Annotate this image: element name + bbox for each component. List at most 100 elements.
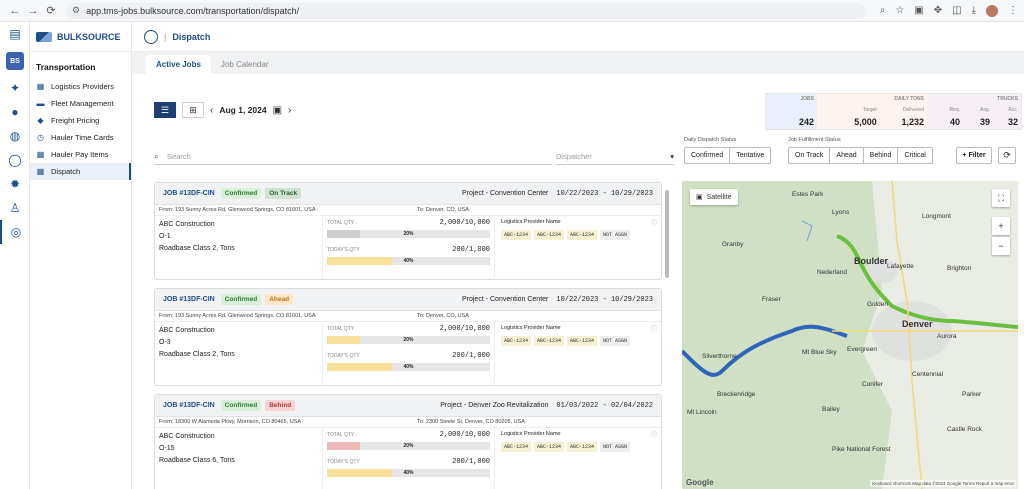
ring-icon[interactable]: ◯ xyxy=(0,148,30,172)
tab-job-calendar[interactable]: Job Calendar xyxy=(211,55,279,74)
map-canvas xyxy=(682,181,1018,489)
nav-item-hauler-time-cards[interactable]: ◷ Hauler Time Cards xyxy=(30,129,131,146)
truck-tag[interactable]: ABC-1234 xyxy=(567,336,598,346)
material: Roadbase Class 6, Tons xyxy=(159,457,235,464)
to-address: To: Denver, CO, USA xyxy=(417,313,469,319)
today-progress-pct: 40% xyxy=(403,258,414,264)
provider-panel: ⓘ Logistics Provider Name ABC-1234 ABC-1… xyxy=(495,216,661,280)
network-icon[interactable]: ✦ xyxy=(0,76,30,100)
next-date-icon[interactable]: › xyxy=(288,105,291,116)
bookmark-star-icon[interactable]: ☆ xyxy=(895,5,904,16)
calendar-icon[interactable]: ▣ xyxy=(273,105,282,116)
job-id[interactable]: JOB #13DF-CIN xyxy=(163,296,215,303)
profile-avatar[interactable] xyxy=(986,4,998,17)
grid-icon: ▦ xyxy=(36,150,45,159)
dispatcher-select[interactable]: Dispatcher ▾ xyxy=(556,149,674,165)
sidepanel-icon[interactable]: ◫ xyxy=(952,5,961,16)
menu-dots-icon[interactable]: ⋮ xyxy=(1008,5,1018,16)
nav-item-logistics-providers[interactable]: ▦ Logistics Providers xyxy=(30,78,131,95)
address-bar[interactable]: ⚙ app.tms-jobs.bulksource.com/transporta… xyxy=(66,2,866,19)
truck-person-icon[interactable]: ♙ xyxy=(0,196,30,220)
kpi-spacer xyxy=(960,96,990,102)
add-filter-button[interactable]: + Filter xyxy=(956,147,992,164)
cog-icon[interactable]: ✹ xyxy=(0,172,30,196)
nav-item-dispatch[interactable]: ▦ Dispatch xyxy=(30,163,131,180)
satellite-toggle[interactable]: ▣ Satellite xyxy=(690,189,738,205)
fulfillment-status-toggle: On Track Ahead Behind Critical xyxy=(788,147,933,164)
panel-toggle-icon[interactable]: ▤ xyxy=(0,22,30,46)
today-qty-row: TODAY'S QTY 200/1,000 xyxy=(327,246,490,254)
job-card[interactable]: JOB #13DF-CIN Confirmed Behind Project -… xyxy=(154,394,662,489)
truck-tag[interactable]: ABC-1234 xyxy=(501,336,532,346)
not-assigned-tag[interactable]: NOT ASGN xyxy=(600,230,631,240)
fullscreen-button[interactable]: ⛶ xyxy=(992,189,1010,207)
nav-item-label: Hauler Pay Items xyxy=(51,150,109,159)
puzzle-icon[interactable]: ✥ xyxy=(934,5,942,16)
site-info-icon[interactable]: ⚙ xyxy=(72,5,80,16)
logo-mark-icon xyxy=(36,31,52,42)
today-qty-label: TODAY'S QTY xyxy=(327,247,360,253)
job-list-scrollbar[interactable] xyxy=(665,190,669,278)
truck-tag[interactable]: ABC-1234 xyxy=(501,230,532,240)
forward-icon[interactable]: → xyxy=(24,5,42,17)
reload-icon[interactable]: ⟳ xyxy=(42,4,60,17)
job-card[interactable]: JOB #13DF-CIN Confirmed Ahead Project - … xyxy=(154,288,662,386)
truck-tag[interactable]: ABC-1234 xyxy=(567,442,598,452)
material: Roadbase Class 2, Tons xyxy=(159,245,235,252)
search-input[interactable]: ⌕ Search xyxy=(154,149,552,165)
zoom-icon[interactable]: ⌕ xyxy=(880,5,886,16)
map-label: Nederland xyxy=(817,269,847,276)
refresh-button[interactable]: ⟳ xyxy=(998,147,1016,164)
total-qty-label: TOTAL QTY xyxy=(327,326,355,332)
kpi-daily-tons: Target 5,000 DAILY TONS Delivered 1,232 xyxy=(817,94,927,129)
truck-tag[interactable]: ABC-1234 xyxy=(534,230,565,240)
truck-tag[interactable]: ABC-1234 xyxy=(534,442,565,452)
truck-tag[interactable]: ABC-1234 xyxy=(567,230,598,240)
fulfill-on-track-button[interactable]: On Track xyxy=(789,148,831,163)
route-map[interactable]: ▣ Satellite ⛶ + − Estes Park Lyons Longmo… xyxy=(682,181,1018,489)
nav-item-freight-pricing[interactable]: ◆ Freight Pricing xyxy=(30,112,131,129)
today-qty-label: TODAY'S QTY xyxy=(327,459,360,465)
daily-confirmed-button[interactable]: Confirmed xyxy=(685,148,731,163)
material: Roadbase Class 2, Tons xyxy=(159,351,235,358)
total-qty-label: TOTAL QTY xyxy=(327,220,355,226)
extension-icon[interactable]: ▣ xyxy=(914,5,923,16)
back-icon[interactable]: ← xyxy=(6,5,24,17)
fulfill-ahead-button[interactable]: Ahead xyxy=(830,148,864,163)
truck-tag[interactable]: ABC-1234 xyxy=(534,336,565,346)
dispatch-rail-icon[interactable]: ◎ xyxy=(0,220,30,244)
info-icon[interactable]: ⓘ xyxy=(651,430,657,439)
download-icon[interactable]: ⤓ xyxy=(972,5,976,16)
daily-tentative-button[interactable]: Tentative xyxy=(730,148,770,163)
not-assigned-tag[interactable]: NOT ASGN xyxy=(600,442,631,452)
fulfill-critical-button[interactable]: Critical xyxy=(898,148,931,163)
job-card[interactable]: JOB #13DF-CIN Confirmed On Track Project… xyxy=(154,182,662,280)
zoom-in-button[interactable]: + xyxy=(992,217,1010,235)
lightbulb-icon[interactable]: ● xyxy=(0,100,30,124)
status-badge: Confirmed xyxy=(220,188,262,199)
truck-tag[interactable]: ABC-1234 xyxy=(501,442,532,452)
info-icon[interactable]: ⓘ xyxy=(651,324,657,333)
provider-label: Logistics Provider Name xyxy=(501,325,561,331)
kpi-trucks: Req. 40 Asg. 39 TRUCKS Acc. 32 xyxy=(927,94,1021,129)
prev-date-icon[interactable]: ‹ xyxy=(210,105,213,116)
job-card-header: JOB #13DF-CIN Confirmed Ahead Project - … xyxy=(155,289,661,311)
kpi-acc-value: 32 xyxy=(1007,117,1018,127)
nav-item-hauler-pay-items[interactable]: ▦ Hauler Pay Items xyxy=(30,146,131,163)
job-id[interactable]: JOB #13DF-CIN xyxy=(163,402,215,409)
grid-view-button[interactable]: ⊞ xyxy=(182,102,204,118)
not-assigned-tag[interactable]: NOT ASGN xyxy=(600,336,631,346)
job-id[interactable]: JOB #13DF-CIN xyxy=(163,190,215,197)
org-badge[interactable]: BS xyxy=(6,52,24,70)
list-view-button[interactable]: ☰ xyxy=(154,102,176,118)
zoom-out-button[interactable]: − xyxy=(992,237,1010,255)
tab-active-jobs[interactable]: Active Jobs xyxy=(146,55,211,74)
job-details: ABC Construction O-3 Roadbase Class 2, T… xyxy=(155,322,323,386)
app-rail: ▤ BS ✦ ● ◍ ◯ ✹ ♙ ◎ xyxy=(0,22,30,489)
info-icon[interactable]: ⓘ xyxy=(651,218,657,227)
kpi-summary: JOBS 242 Target 5,000 DAILY TONS Deliver… xyxy=(765,93,1022,130)
map-attribution[interactable]: Keyboard shortcuts Map data ©2024 Google… xyxy=(870,480,1016,487)
nav-item-fleet-management[interactable]: ▬ Fleet Management xyxy=(30,95,131,112)
fulfill-behind-button[interactable]: Behind xyxy=(864,148,899,163)
globe-icon[interactable]: ◍ xyxy=(0,124,30,148)
